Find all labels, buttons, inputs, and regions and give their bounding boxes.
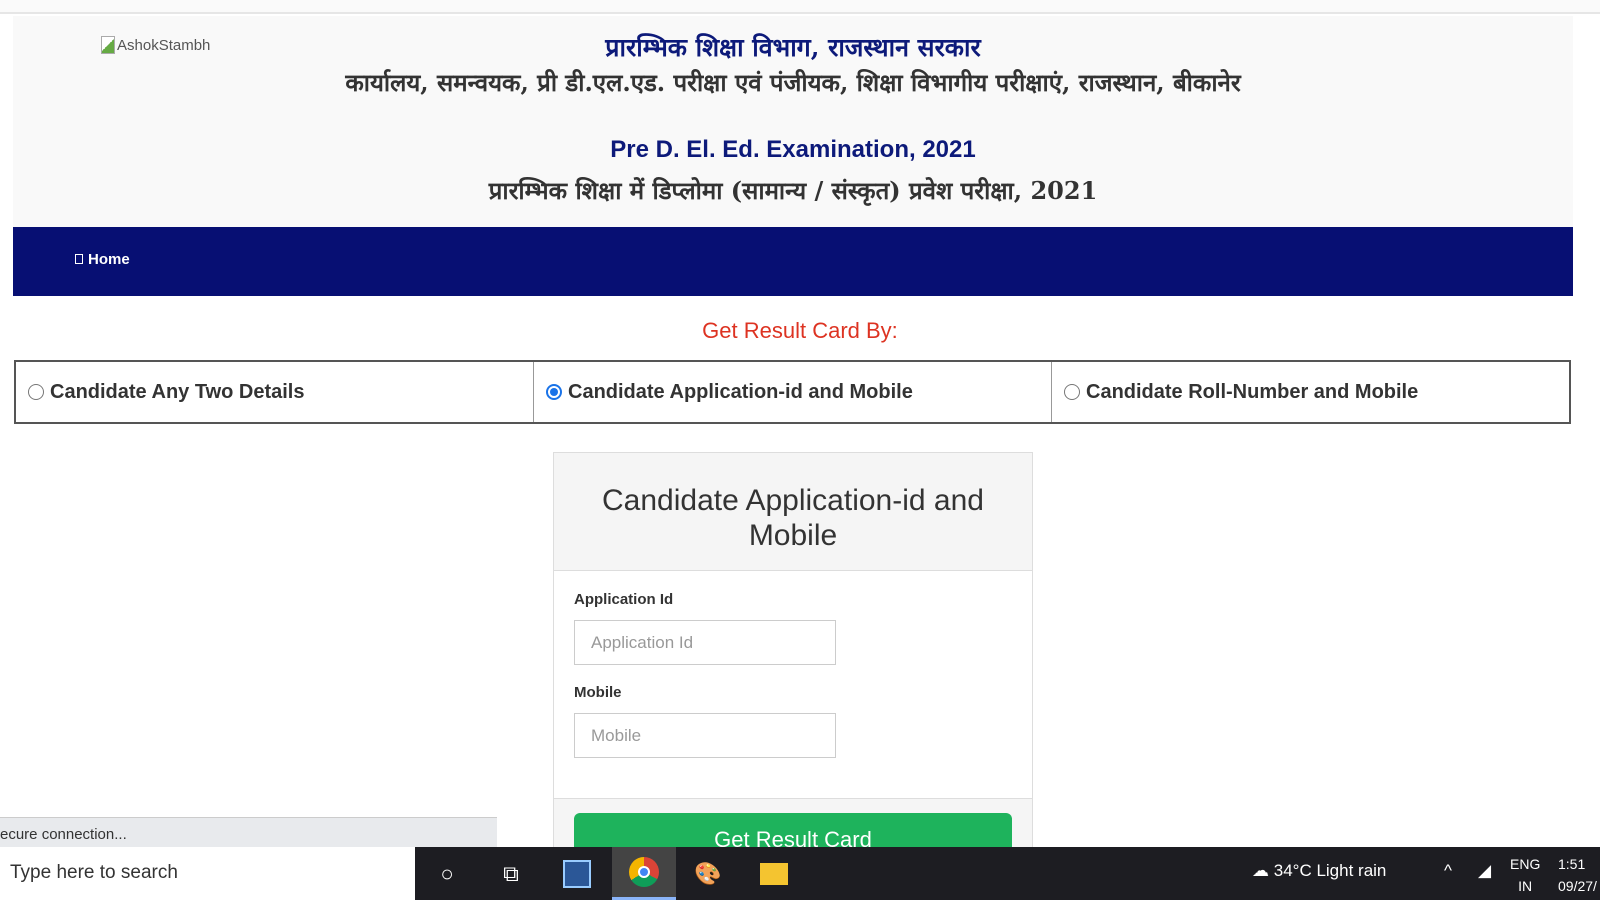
lang-text: ENG [1510,856,1541,872]
windows-taskbar: Type here to search ○ ⧉ 🎨 ☁ 34°C Light r… [0,847,1600,900]
radio-button[interactable] [1064,384,1080,400]
region-text: IN [1518,878,1533,894]
radio-button[interactable] [28,384,44,400]
task-view-icon[interactable]: ⧉ [479,847,543,900]
site-header: AshokStambh प्रारम्भिक शिक्षा विभाग, राज… [13,16,1573,227]
tray-chevron-icon[interactable]: ^ [1444,861,1452,881]
cloud-icon: ☁ [1252,861,1269,880]
mobile-input[interactable] [574,713,836,758]
office-title: कार्यालय, समन्वयक, प्री डी.एल.एड. परीक्ष… [345,68,1241,97]
browser-status-bar: ecure connection... [0,817,497,847]
cortana-icon[interactable]: ○ [415,847,479,900]
result-form-card: Candidate Application-id and Mobile Appl… [553,452,1033,863]
nav-bar: Home [13,227,1573,296]
exam-title: Pre D. El. Ed. Examination, 2021 [610,136,976,163]
weather-widget[interactable]: ☁ 34°C Light rain [1252,861,1386,881]
radio-button-selected[interactable] [546,384,562,400]
application-id-input[interactable] [574,620,836,665]
nav-home-link[interactable]: Home [75,251,130,268]
department-title: प्रारम्भिक शिक्षा विभाग, राजस्थान सरकार [605,33,981,62]
mobile-label: Mobile [574,684,622,701]
home-label: Home [88,251,130,268]
browser-top-strip [0,0,1600,14]
language-indicator[interactable]: ENG IN [1510,853,1540,897]
weather-text: 34°C Light rain [1273,861,1387,880]
paint-icon[interactable]: 🎨 [676,847,740,900]
exam-subtitle: प्रारम्भिक शिक्षा में डिप्लोमा (सामान्य … [488,176,1098,205]
get-result-by-heading: Get Result Card By: [702,318,898,343]
option-label: Candidate Roll-Number and Mobile [1086,380,1419,403]
search-options: Candidate Any Two Details Candidate Appl… [14,360,1571,424]
option-label: Candidate Application-id and Mobile [568,380,913,403]
date-text: 09/27/ [1558,878,1597,894]
option-label: Candidate Any Two Details [50,380,305,403]
option-roll-number-mobile[interactable]: Candidate Roll-Number and Mobile [1052,362,1569,422]
home-icon [75,254,83,264]
option-application-id-mobile[interactable]: Candidate Application-id and Mobile [534,362,1052,422]
chrome-icon[interactable] [612,847,676,900]
application-id-label: Application Id [574,591,674,608]
card-title: Candidate Application-id and Mobile [554,453,1032,571]
network-icon[interactable]: ◢ [1478,861,1491,881]
word-icon[interactable] [545,847,609,900]
clock[interactable]: 1:51 09/27/ [1558,853,1597,897]
time-text: 1:51 [1558,856,1586,872]
taskbar-search-input[interactable]: Type here to search [0,847,415,900]
option-any-two-details[interactable]: Candidate Any Two Details [16,362,534,422]
file-explorer-icon[interactable] [742,847,806,900]
